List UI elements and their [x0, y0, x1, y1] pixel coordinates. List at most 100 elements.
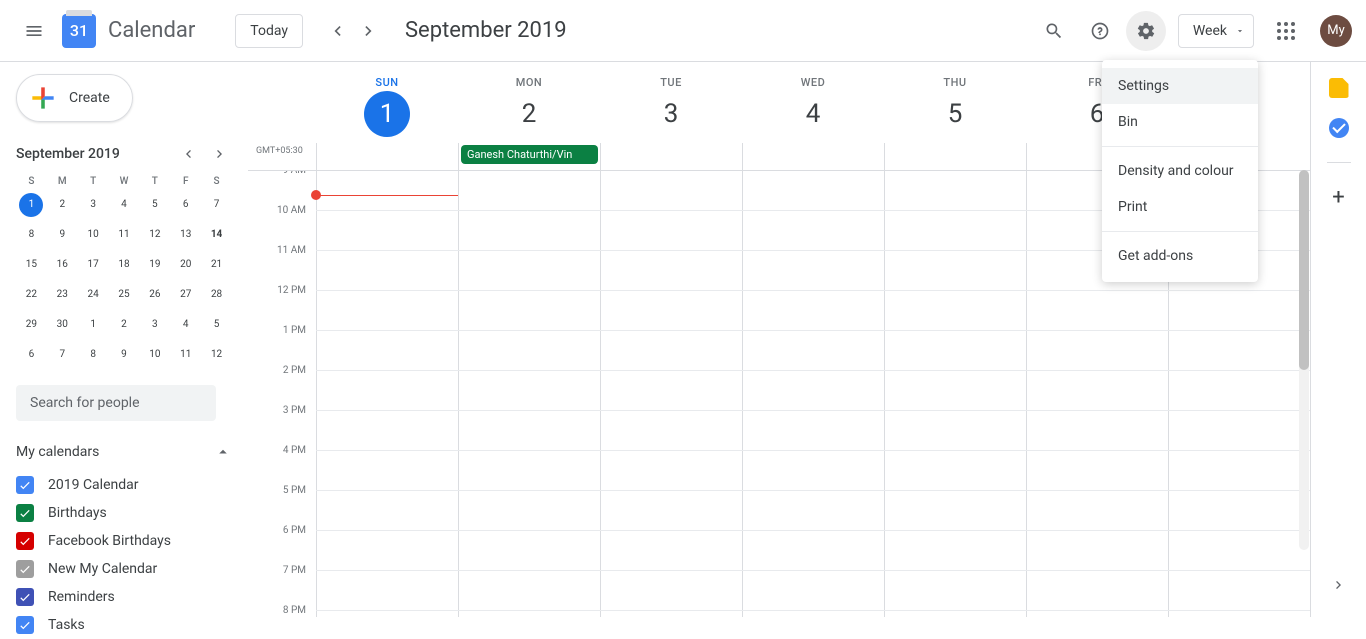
next-period-button[interactable] [353, 15, 385, 47]
search-button[interactable] [1034, 11, 1074, 51]
hour-label: 2 PM [248, 365, 316, 405]
mini-day[interactable]: 13 [174, 223, 198, 247]
hour-label: 5 PM [248, 485, 316, 525]
hour-labels: 9 AM10 AM11 AM12 PM1 PM2 PM3 PM4 PM5 PM6… [248, 171, 316, 617]
help-icon [1090, 21, 1110, 41]
allday-cell[interactable] [884, 143, 1026, 170]
mini-prev-button[interactable] [176, 142, 200, 166]
mini-day[interactable]: 5 [205, 313, 229, 337]
calendar-checkbox[interactable] [16, 616, 34, 634]
calendar-checkbox[interactable] [16, 476, 34, 494]
mini-day[interactable]: 14 [205, 223, 229, 247]
mini-day[interactable]: 7 [205, 193, 229, 217]
mini-day[interactable]: 4 [174, 313, 198, 337]
mini-day[interactable]: 21 [205, 253, 229, 277]
mini-day[interactable]: 5 [143, 193, 167, 217]
mini-day[interactable]: 2 [50, 193, 74, 217]
my-calendars-header[interactable]: My calendars [16, 443, 232, 461]
menu-item-addons[interactable]: Get add-ons [1102, 238, 1258, 274]
mini-day[interactable]: 25 [112, 283, 136, 307]
calendar-item[interactable]: New My Calendar [16, 555, 232, 583]
mini-day[interactable]: 26 [143, 283, 167, 307]
tasks-addon-button[interactable] [1329, 118, 1349, 138]
mini-day[interactable]: 8 [81, 343, 105, 367]
mini-day[interactable]: 29 [19, 313, 43, 337]
allday-cell[interactable] [316, 143, 458, 170]
mini-day[interactable]: 1 [19, 193, 43, 217]
mini-day[interactable]: 11 [112, 223, 136, 247]
day-header[interactable]: WED4 [742, 76, 884, 137]
calendar-list: 2019 CalendarBirthdaysFacebook Birthdays… [16, 471, 232, 639]
calendar-item[interactable]: 2019 Calendar [16, 471, 232, 499]
settings-button[interactable] [1126, 11, 1166, 51]
mini-day[interactable]: 4 [112, 193, 136, 217]
google-apps-button[interactable] [1266, 11, 1306, 51]
mini-day[interactable]: 27 [174, 283, 198, 307]
account-avatar[interactable]: My [1320, 15, 1352, 47]
day-header[interactable]: TUE3 [600, 76, 742, 137]
mini-day[interactable]: 10 [81, 223, 105, 247]
mini-day[interactable]: 17 [81, 253, 105, 277]
mini-next-button[interactable] [208, 142, 232, 166]
mini-day[interactable]: 19 [143, 253, 167, 277]
day-header[interactable]: MON2 [458, 76, 600, 137]
hour-label: 11 AM [248, 245, 316, 285]
mini-day[interactable]: 22 [19, 283, 43, 307]
calendar-checkbox[interactable] [16, 504, 34, 522]
search-people-input[interactable]: Search for people [16, 385, 216, 421]
mini-day[interactable]: 9 [112, 343, 136, 367]
mini-day[interactable]: 11 [174, 343, 198, 367]
menu-item-print[interactable]: Print [1102, 189, 1258, 225]
mini-day[interactable]: 7 [50, 343, 74, 367]
mini-day[interactable]: 1 [81, 313, 105, 337]
menu-item-density[interactable]: Density and colour [1102, 153, 1258, 189]
calendar-item[interactable]: Facebook Birthdays [16, 527, 232, 555]
mini-day[interactable]: 24 [81, 283, 105, 307]
calendar-item[interactable]: Birthdays [16, 499, 232, 527]
prev-period-button[interactable] [321, 15, 353, 47]
mini-day[interactable]: 3 [81, 193, 105, 217]
calendar-item[interactable]: Reminders [16, 583, 232, 611]
mini-day[interactable]: 15 [19, 253, 43, 277]
calendar-checkbox[interactable] [16, 560, 34, 578]
menu-item-settings[interactable]: Settings [1102, 68, 1258, 104]
main-menu-button[interactable] [14, 11, 54, 51]
mini-day[interactable]: 9 [50, 223, 74, 247]
mini-day[interactable]: 30 [50, 313, 74, 337]
mini-day[interactable]: 6 [174, 193, 198, 217]
mini-day[interactable]: 12 [143, 223, 167, 247]
keep-addon-button[interactable] [1329, 78, 1349, 98]
mini-day[interactable]: 8 [19, 223, 43, 247]
calendar-checkbox[interactable] [16, 532, 34, 550]
mini-day[interactable]: 10 [143, 343, 167, 367]
chevron-right-icon [212, 146, 228, 162]
get-addons-button[interactable]: + [1332, 187, 1344, 209]
today-button[interactable]: Today [235, 14, 303, 48]
scrollbar-thumb[interactable] [1299, 170, 1309, 370]
mini-day[interactable]: 28 [205, 283, 229, 307]
create-button[interactable]: Create [16, 74, 133, 122]
mini-day[interactable]: 12 [205, 343, 229, 367]
allday-cell[interactable]: Ganesh Chaturthi/Vin [458, 143, 600, 170]
mini-day[interactable]: 16 [50, 253, 74, 277]
plus-multicolor-icon [27, 82, 59, 114]
mini-day[interactable]: 23 [50, 283, 74, 307]
mini-day[interactable]: 6 [19, 343, 43, 367]
calendar-checkbox[interactable] [16, 588, 34, 606]
allday-event[interactable]: Ganesh Chaturthi/Vin [461, 145, 598, 164]
main-scrollbar[interactable] [1299, 170, 1309, 550]
day-header[interactable]: THU5 [884, 76, 1026, 137]
allday-cell[interactable] [742, 143, 884, 170]
view-selector[interactable]: Week [1178, 14, 1254, 48]
mini-day[interactable]: 2 [112, 313, 136, 337]
menu-item-bin[interactable]: Bin [1102, 104, 1258, 140]
calendar-item[interactable]: Tasks [16, 611, 232, 639]
mini-day[interactable]: 18 [112, 253, 136, 277]
mini-day[interactable]: 3 [143, 313, 167, 337]
mini-day[interactable]: 20 [174, 253, 198, 277]
help-button[interactable] [1080, 11, 1120, 51]
app-logo[interactable]: 31 Calendar [62, 14, 195, 48]
allday-cell[interactable] [600, 143, 742, 170]
day-header[interactable]: SUN1 [316, 76, 458, 137]
hide-panel-button[interactable] [1331, 577, 1347, 597]
